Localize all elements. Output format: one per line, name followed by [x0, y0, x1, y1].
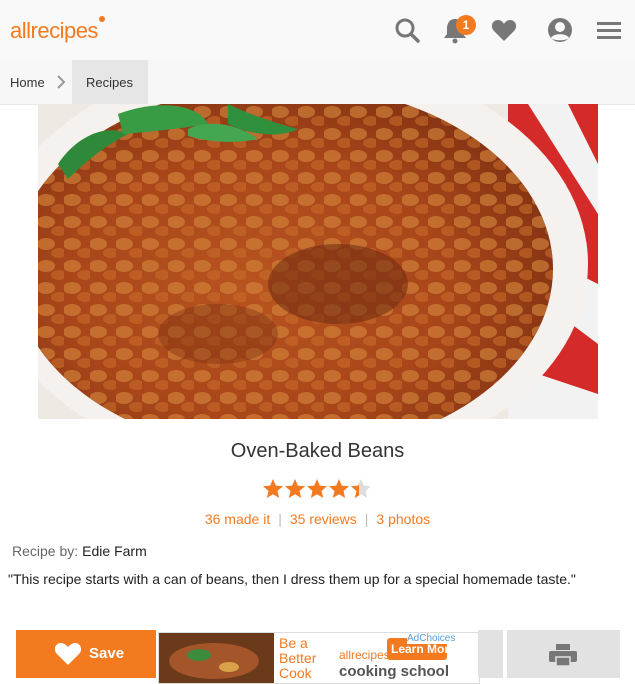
save-label: Save [89, 645, 125, 662]
made-it-link[interactable]: 36 made it [205, 511, 270, 527]
advertisement[interactable]: Be a Better Cook allrecipes Learn More c… [158, 632, 480, 684]
user-icon[interactable] [546, 16, 574, 44]
recipe-stats: 36 made it | 35 reviews | 3 photos [0, 511, 635, 527]
save-button[interactable]: Save [16, 630, 156, 678]
byline-label: Recipe by: [12, 543, 79, 559]
notification-badge: 1 [456, 15, 476, 35]
reviews-link[interactable]: 35 reviews [290, 511, 357, 527]
chevron-right-icon [57, 75, 66, 89]
ad-tagline-1: Be a [279, 635, 308, 651]
star-icon [263, 479, 283, 498]
star-icon [329, 479, 349, 498]
heart-icon [54, 643, 82, 665]
photos-link[interactable]: 3 photos [376, 511, 430, 527]
star-icon [285, 479, 305, 498]
ad-tagline-3: Cook [279, 665, 312, 681]
ad-brand: allrecipes [339, 648, 390, 662]
menu-icon[interactable] [595, 16, 623, 44]
recipe-byline: Recipe by: Edie Farm [12, 543, 147, 559]
half-star-icon [351, 479, 371, 498]
divider: | [278, 511, 282, 527]
star-icon [307, 479, 327, 498]
breadcrumb: Home Recipes [0, 60, 635, 105]
share-button[interactable] [478, 630, 503, 678]
print-button[interactable] [507, 630, 620, 678]
recipe-title: Oven-Baked Beans [230, 440, 405, 462]
breadcrumb-recipes[interactable]: Recipes [72, 60, 148, 104]
divider: | [364, 511, 369, 527]
ad-tagline-2: Better [279, 650, 317, 666]
top-header: allrecipes 1 [0, 0, 635, 61]
rating-stars[interactable] [262, 478, 372, 500]
recipe-photo[interactable] [38, 104, 598, 419]
author-link[interactable]: Edie Farm [82, 543, 147, 559]
search-icon[interactable] [393, 16, 421, 44]
print-icon [549, 644, 577, 667]
recipe-description: "This recipe starts with a can of beans,… [8, 571, 576, 587]
allrecipes-logo[interactable]: allrecipes [10, 16, 105, 44]
action-bar: Save Be a Better Cook allrecipes Learn M… [0, 624, 635, 684]
adchoices-link[interactable]: AdChoices [407, 633, 456, 644]
breadcrumb-home[interactable]: Home [10, 75, 45, 90]
ad-school: cooking school [339, 663, 450, 680]
heart-icon[interactable] [490, 16, 518, 44]
ad-cta-button[interactable]: Learn More [391, 642, 456, 656]
